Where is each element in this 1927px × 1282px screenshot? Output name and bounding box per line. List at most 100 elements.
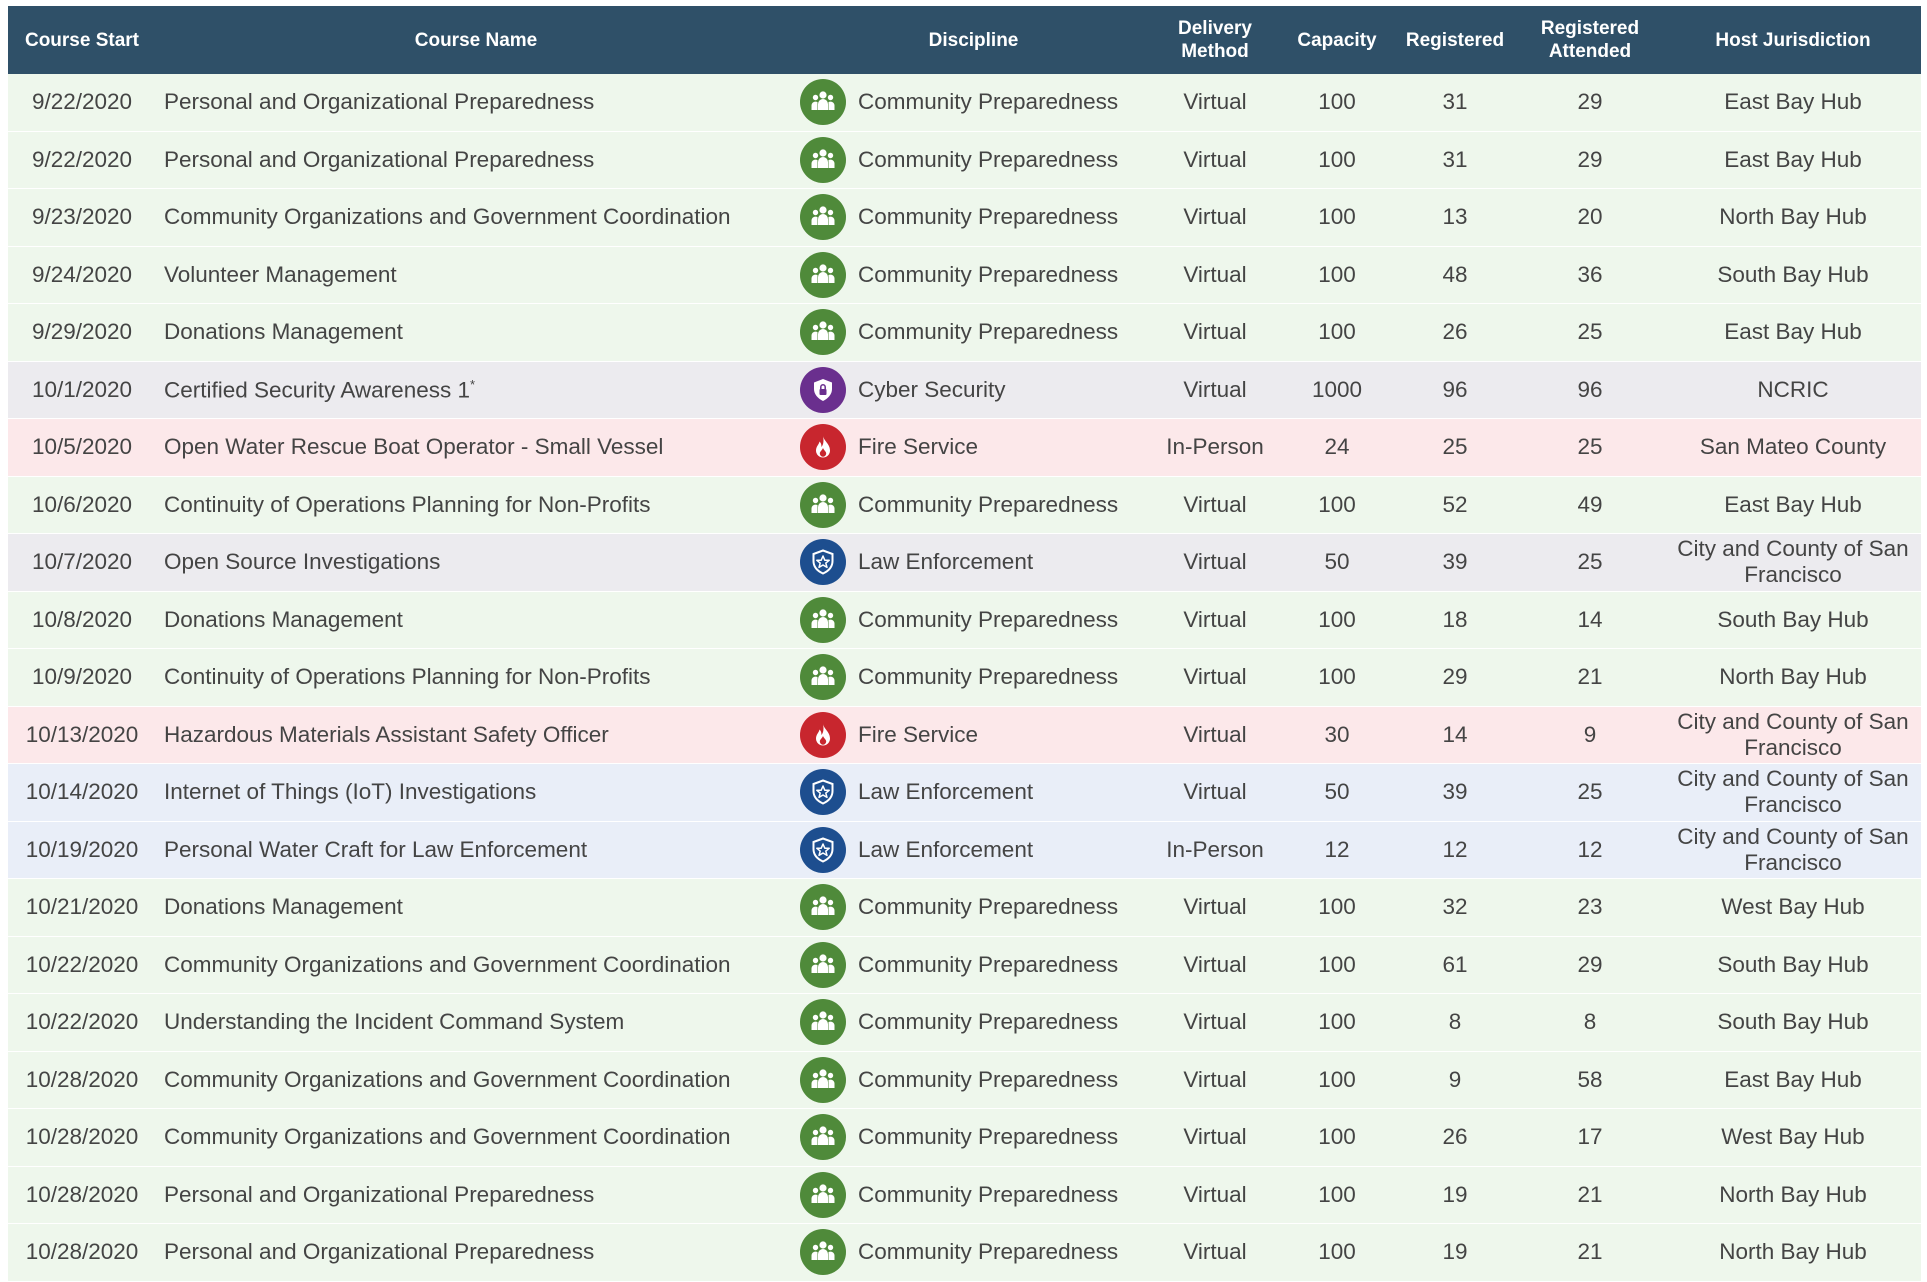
delivery-method: Virtual	[1183, 894, 1247, 920]
course-start-cell: 10/5/2020	[8, 418, 156, 477]
people-group-icon	[800, 654, 846, 701]
registered: 12	[1442, 836, 1468, 862]
capacity-cell: 100	[1279, 1223, 1395, 1282]
people-group-icon	[800, 884, 846, 931]
header-capacity[interactable]: Capacity	[1279, 6, 1395, 74]
host-jurisdiction-cell: North Bay Hub	[1665, 1166, 1921, 1224]
host-jurisdiction-cell: South Bay Hub	[1665, 246, 1921, 304]
course-name: Community Organizations and Government C…	[164, 1066, 731, 1092]
people-group-icon	[800, 1114, 846, 1161]
host-jurisdiction-cell: City and County of San Francisco	[1665, 533, 1921, 592]
registered-attended: 25	[1577, 779, 1603, 805]
host-jurisdiction-cell: South Bay Hub	[1665, 993, 1921, 1052]
attended-cell: 49	[1515, 476, 1665, 534]
capacity-cell: 100	[1279, 131, 1395, 189]
attended-cell: 29	[1515, 131, 1665, 189]
course-start: 10/28/2020	[25, 1124, 139, 1150]
capacity: 100	[1318, 1124, 1356, 1150]
course-start: 10/7/2020	[31, 549, 133, 575]
people-group-icon	[800, 596, 846, 643]
registered: 19	[1442, 1239, 1468, 1265]
registered: 31	[1442, 146, 1468, 172]
course-name-cell: Continuity of Operations Planning for No…	[156, 648, 796, 707]
registered-attended: 23	[1577, 894, 1603, 920]
discipline-label: Community Preparedness	[858, 1239, 1119, 1265]
discipline-label: Community Preparedness	[858, 491, 1119, 517]
people-group-icon	[800, 309, 846, 356]
attended-cell: 36	[1515, 246, 1665, 304]
delivery-method: Virtual	[1183, 549, 1247, 575]
delivery-method: Virtual	[1183, 89, 1247, 115]
registered-attended: 25	[1577, 319, 1603, 345]
table-row: 10/1/2020 Certified Security Awareness 1…	[8, 361, 1921, 419]
course-name: Continuity of Operations Planning for No…	[164, 491, 651, 517]
people-group-icon	[800, 79, 846, 126]
registered-cell: 9	[1395, 1051, 1515, 1109]
header-discipline[interactable]: Discipline	[796, 6, 1151, 74]
discipline-cell: Community Preparedness	[796, 74, 1151, 132]
delivery-method-cell: Virtual	[1151, 533, 1279, 592]
course-name-cell: Volunteer Management	[156, 246, 796, 304]
table-row: 10/13/2020 Hazardous Materials Assistant…	[8, 706, 1921, 764]
capacity: 100	[1318, 951, 1356, 977]
course-start-cell: 9/23/2020	[8, 188, 156, 247]
discipline-cell: Community Preparedness	[796, 1223, 1151, 1282]
host-jurisdiction: North Bay Hub	[1719, 1239, 1867, 1265]
registered-cell: 13	[1395, 188, 1515, 247]
course-name: Personal and Organizational Preparedness	[164, 1181, 595, 1207]
delivery-method-cell: Virtual	[1151, 936, 1279, 994]
course-start-cell: 10/19/2020	[8, 821, 156, 879]
host-jurisdiction: North Bay Hub	[1719, 1181, 1867, 1207]
header-delivery-method[interactable]: Delivery Method	[1151, 6, 1279, 74]
header-registered[interactable]: Registered	[1395, 6, 1515, 74]
registered-attended: 21	[1577, 1239, 1603, 1265]
table-row: 10/14/2020 Internet of Things (IoT) Inve…	[8, 763, 1921, 822]
registered-attended: 58	[1577, 1066, 1603, 1092]
registered-cell: 14	[1395, 706, 1515, 764]
header-course-name[interactable]: Course Name	[156, 6, 796, 74]
delivery-method-cell: Virtual	[1151, 1223, 1279, 1282]
registered: 52	[1442, 491, 1468, 517]
delivery-method-cell: Virtual	[1151, 591, 1279, 649]
course-start-cell: 10/8/2020	[8, 591, 156, 649]
registered-attended: 25	[1577, 434, 1603, 460]
discipline-label: Community Preparedness	[858, 146, 1119, 172]
registered-cell: 61	[1395, 936, 1515, 994]
capacity: 100	[1318, 1239, 1356, 1265]
discipline-cell: Community Preparedness	[796, 303, 1151, 362]
host-jurisdiction: South Bay Hub	[1717, 1009, 1869, 1035]
host-jurisdiction-cell: East Bay Hub	[1665, 303, 1921, 362]
header-course-start[interactable]: Course Start	[8, 6, 156, 74]
header-registered-attended[interactable]: Registered Attended	[1515, 6, 1665, 74]
course-name-cell: Hazardous Materials Assistant Safety Off…	[156, 706, 796, 764]
course-name-cell: Personal and Organizational Preparedness	[156, 1223, 796, 1282]
course-start: 10/6/2020	[31, 491, 133, 517]
course-name-cell: Certified Security Awareness 1*	[156, 361, 796, 419]
table-row: 10/6/2020 Continuity of Operations Plann…	[8, 476, 1921, 534]
host-jurisdiction: North Bay Hub	[1719, 204, 1867, 230]
registered: 48	[1442, 261, 1468, 287]
people-group-icon	[800, 1229, 846, 1276]
course-name-cell: Personal Water Craft for Law Enforcement	[156, 821, 796, 879]
host-jurisdiction-cell: East Bay Hub	[1665, 1051, 1921, 1109]
table-row: 10/28/2020 Personal and Organizational P…	[8, 1166, 1921, 1224]
discipline-cell: Community Preparedness	[796, 1051, 1151, 1109]
attended-cell: 21	[1515, 648, 1665, 707]
registered-attended: 8	[1583, 1009, 1597, 1035]
discipline-wrap: Community Preparedness	[796, 247, 1151, 303]
course-start-cell: 9/24/2020	[8, 246, 156, 304]
registered-cell: 19	[1395, 1166, 1515, 1224]
discipline-wrap: Community Preparedness	[796, 592, 1151, 648]
attended-cell: 96	[1515, 361, 1665, 419]
course-start: 9/23/2020	[31, 204, 133, 230]
course-start-cell: 10/21/2020	[8, 878, 156, 937]
registered-cell: 25	[1395, 418, 1515, 477]
capacity-cell: 100	[1279, 1108, 1395, 1167]
header-host-jurisdiction[interactable]: Host Jurisdiction	[1665, 6, 1921, 74]
people-group-icon	[800, 941, 846, 988]
table-row: 9/23/2020 Community Organizations and Go…	[8, 188, 1921, 247]
delivery-method: In-Person	[1166, 836, 1264, 862]
capacity-cell: 100	[1279, 1166, 1395, 1224]
host-jurisdiction: City and County of San Francisco	[1677, 536, 1909, 588]
delivery-method-cell: In-Person	[1151, 418, 1279, 477]
